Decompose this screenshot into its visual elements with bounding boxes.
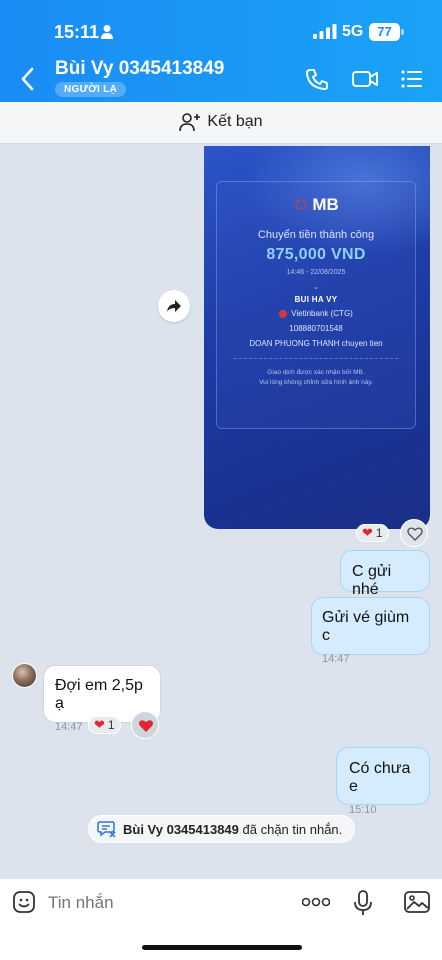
blocked-contact-name: Bùi Vy 0345413849 bbox=[123, 821, 239, 837]
react-button[interactable] bbox=[131, 711, 159, 739]
receipt-footer-line-1: Giao dịch được xác nhận bởi MB. bbox=[267, 369, 365, 376]
microphone-icon[interactable] bbox=[354, 890, 372, 916]
add-friend-icon bbox=[179, 113, 201, 132]
bank-logo-icon bbox=[279, 309, 288, 318]
recipient-account: 108880701548 bbox=[289, 324, 343, 333]
receipt-card: ✩ MB Chuyển tiền thành công 875,000 VND … bbox=[216, 181, 416, 429]
message-input[interactable] bbox=[48, 893, 278, 913]
transfer-datetime: 14:46 - 22/08/2025 bbox=[286, 269, 346, 276]
sticker-icon[interactable] bbox=[12, 890, 36, 914]
signal-icon bbox=[313, 24, 337, 39]
phone-icon[interactable] bbox=[304, 67, 330, 91]
recipient-bank: Vietinbank (CTG) bbox=[217, 309, 415, 318]
share-button[interactable] bbox=[158, 290, 190, 322]
blocked-notice: Bùi Vy 0345413849 đã chặn tin nhắn. bbox=[88, 815, 356, 843]
message-sent[interactable]: C gửi nhé bbox=[340, 550, 430, 598]
reaction-summary[interactable]: ❤ 1 bbox=[356, 524, 389, 542]
home-indicator bbox=[142, 945, 302, 950]
battery-tip bbox=[401, 29, 404, 35]
reaction-count: 1 bbox=[107, 718, 115, 732]
add-friend-label: Kết bạn bbox=[207, 113, 263, 130]
mb-logo: ✩ MB bbox=[217, 194, 415, 215]
reaction-count: 1 bbox=[375, 526, 383, 540]
blocked-text: đã chặn tin nhắn. bbox=[242, 821, 343, 837]
mb-logo-text: MB bbox=[312, 194, 339, 214]
receipt-divider bbox=[234, 358, 398, 359]
chevron-down-icon: ⌄ bbox=[312, 282, 320, 291]
message-sent[interactable]: Có chưa e 15:10 bbox=[336, 747, 430, 816]
recipient-bank-name: Vietinbank (CTG) bbox=[291, 309, 353, 318]
message-text: Đợi em 2,5p ạ bbox=[55, 677, 143, 712]
message-time: 14:47 bbox=[322, 653, 350, 665]
receipt-footer: Giao dịch được xác nhận bởi MB. Vui lòng… bbox=[217, 368, 415, 388]
message-text: Gửi vé giùm c bbox=[322, 609, 410, 644]
transfer-amount: 875,000 VND bbox=[266, 246, 366, 263]
reaction-summary[interactable]: ❤ 1 bbox=[88, 716, 121, 734]
contact-name[interactable]: Bùi Vy 0345413849 bbox=[55, 58, 224, 80]
status-bar: 15:11 5G 77 bbox=[0, 20, 442, 44]
video-call-icon[interactable] bbox=[351, 67, 379, 91]
stranger-badge: NGƯỜI LẠ bbox=[55, 82, 127, 97]
heart-icon: ❤ bbox=[94, 717, 105, 732]
react-button[interactable] bbox=[400, 519, 428, 547]
message-sent[interactable]: Gửi vé giùm c 14:47 bbox=[311, 597, 430, 665]
status-time: 15:11 bbox=[54, 22, 100, 42]
chat-blocked-icon bbox=[97, 821, 116, 838]
message-text: Có chưa e bbox=[349, 760, 411, 795]
receipt-footer-line-2: Vui lòng không chỉnh sửa hình ảnh này. bbox=[259, 379, 373, 386]
message-text: C gửi nhé bbox=[352, 563, 392, 598]
add-friend-bar[interactable]: Kết bạn bbox=[0, 102, 442, 144]
back-icon[interactable] bbox=[18, 66, 38, 92]
message-time: 15:10 bbox=[349, 804, 377, 816]
star-icon: ✩ bbox=[293, 194, 309, 214]
transfer-status: Chuyển tiền thành công bbox=[257, 229, 375, 241]
forward-icon bbox=[167, 300, 181, 312]
image-icon[interactable] bbox=[404, 891, 430, 913]
network-label: 5G bbox=[342, 23, 364, 40]
heart-icon bbox=[139, 720, 153, 732]
menu-icon[interactable] bbox=[400, 67, 424, 91]
battery-icon: 77 bbox=[369, 23, 400, 41]
avatar[interactable] bbox=[12, 663, 37, 688]
heart-outline-icon bbox=[407, 527, 423, 541]
person-icon bbox=[101, 25, 113, 39]
chat-header: 15:11 5G 77 Bùi Vy 0345413849 NGƯỜI LẠ bbox=[0, 0, 442, 102]
more-icon[interactable] bbox=[302, 897, 330, 907]
transfer-receipt-image[interactable]: ✩ MB Chuyển tiền thành công 875,000 VND … bbox=[204, 146, 430, 529]
heart-icon: ❤ bbox=[362, 525, 373, 540]
recipient-name: BUI HA VY bbox=[294, 295, 338, 304]
transfer-note: DOAN PHUONG THANH chuyen tien bbox=[249, 339, 383, 348]
